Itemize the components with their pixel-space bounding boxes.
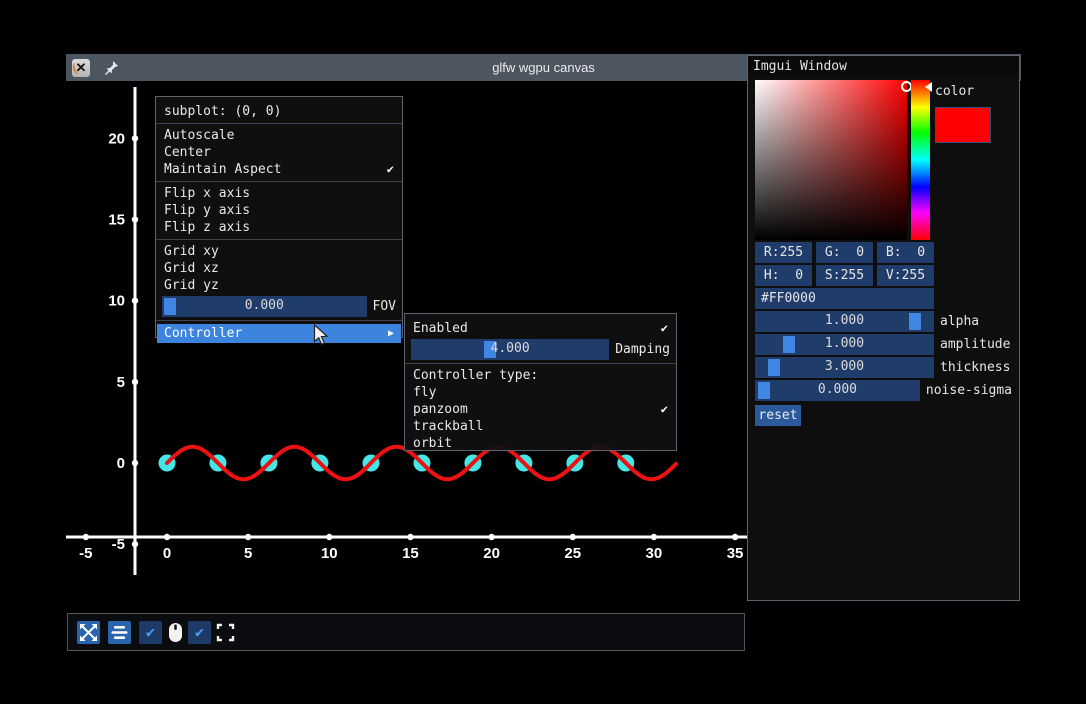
- svg-text:20: 20: [108, 130, 125, 147]
- menu-item-center[interactable]: Center: [156, 144, 402, 161]
- svg-text:15: 15: [402, 545, 419, 562]
- menu-item-orbit[interactable]: orbit: [405, 435, 676, 452]
- checkmark-icon: ✔: [661, 320, 668, 337]
- svg-text:-5: -5: [112, 536, 125, 553]
- hue-field[interactable]: H: 0: [755, 265, 812, 286]
- checkmark-icon: ✔: [387, 161, 394, 178]
- reset-button[interactable]: reset: [755, 405, 801, 426]
- checkbox-checked-icon[interactable]: ✔: [188, 621, 211, 644]
- thickness-label: thickness: [940, 360, 1010, 375]
- menu-item-trackball[interactable]: trackball: [405, 418, 676, 435]
- svg-text:10: 10: [108, 293, 125, 310]
- controller-type-header: Controller type:: [405, 367, 676, 384]
- separator: [156, 181, 402, 182]
- noise-sigma-label: noise-sigma: [926, 383, 1012, 398]
- thickness-slider[interactable]: 3.000: [755, 357, 934, 378]
- saturation-value-picker[interactable]: [755, 80, 907, 240]
- subplot-context-menu: subplot: (0, 0) Autoscale Center Maintai…: [155, 96, 403, 338]
- hex-field[interactable]: #FF0000: [755, 288, 934, 309]
- menu-item-grid-yz[interactable]: Grid yz: [156, 277, 402, 294]
- autoscale-expand-arrows-icon[interactable]: [77, 621, 100, 644]
- noise-sigma-slider[interactable]: 0.000: [755, 380, 920, 401]
- svg-text:-5: -5: [79, 545, 92, 562]
- menu-item-enabled[interactable]: Enabled✔: [405, 320, 676, 337]
- mouse-cursor: [313, 324, 330, 346]
- fov-slider[interactable]: 0.000: [162, 296, 367, 317]
- svg-text:20: 20: [483, 545, 500, 562]
- red-field[interactable]: R:255: [755, 242, 812, 263]
- menu-item-fly[interactable]: fly: [405, 384, 676, 401]
- separator: [156, 123, 402, 124]
- alpha-label: alpha: [940, 314, 979, 329]
- alpha-slider[interactable]: 1.000: [755, 311, 934, 332]
- color-swatch[interactable]: [935, 107, 991, 143]
- svg-text:5: 5: [244, 545, 252, 562]
- value-field[interactable]: V:255: [877, 265, 934, 286]
- hue-bar[interactable]: [911, 80, 930, 240]
- plot-toolbar: ✔ ✔: [67, 613, 745, 651]
- menu-header: subplot: (0, 0): [156, 103, 402, 120]
- color-label: color: [935, 84, 991, 99]
- separator: [156, 239, 402, 240]
- hue-cursor-icon[interactable]: [925, 82, 932, 92]
- svg-text:5: 5: [117, 374, 125, 391]
- damping-slider[interactable]: 4.000: [411, 339, 609, 360]
- menu-item-panzoom[interactable]: panzoom✔: [405, 401, 676, 418]
- svg-text:30: 30: [646, 545, 663, 562]
- menu-item-controller[interactable]: Controller ▶: [157, 324, 401, 343]
- checkmark-icon: ✔: [661, 401, 668, 418]
- imgui-window: Imgui Window color R:255 G: 0 B: 0: [747, 55, 1020, 601]
- controller-submenu: Enabled✔ 4.000 Damping Controller type: …: [404, 313, 677, 451]
- submenu-arrow-icon: ▶: [388, 328, 394, 339]
- blue-field[interactable]: B: 0: [877, 242, 934, 263]
- menu-item-grid-xz[interactable]: Grid xz: [156, 260, 402, 277]
- center-lines-icon[interactable]: [108, 621, 131, 644]
- saturation-field[interactable]: S:255: [816, 265, 873, 286]
- amplitude-label: amplitude: [940, 337, 1010, 352]
- svg-text:35: 35: [727, 545, 744, 562]
- menu-item-flip-z[interactable]: Flip z axis: [156, 219, 402, 236]
- mouse-icon: [163, 621, 186, 644]
- checkbox-checked-icon[interactable]: ✔: [139, 621, 162, 644]
- green-field[interactable]: G: 0: [816, 242, 873, 263]
- amplitude-slider[interactable]: 1.000: [755, 334, 934, 355]
- svg-text:25: 25: [564, 545, 581, 562]
- separator: [156, 320, 402, 321]
- imgui-window-title: Imgui Window: [753, 59, 847, 74]
- svg-text:0: 0: [163, 545, 171, 562]
- svg-text:15: 15: [108, 212, 125, 229]
- menu-item-flip-y[interactable]: Flip y axis: [156, 202, 402, 219]
- menu-item-maintain-aspect[interactable]: Maintain Aspect✔: [156, 161, 402, 178]
- fov-label: FOV: [373, 299, 396, 314]
- fullscreen-brackets-icon[interactable]: [214, 621, 237, 644]
- imgui-titlebar[interactable]: Imgui Window: [748, 56, 1019, 76]
- menu-item-flip-x[interactable]: Flip x axis: [156, 185, 402, 202]
- menu-item-grid-xy[interactable]: Grid xy: [156, 243, 402, 260]
- menu-item-autoscale[interactable]: Autoscale: [156, 127, 402, 144]
- damping-label: Damping: [615, 342, 670, 357]
- svg-text:0: 0: [117, 455, 125, 472]
- separator: [405, 363, 676, 364]
- svg-text:10: 10: [321, 545, 338, 562]
